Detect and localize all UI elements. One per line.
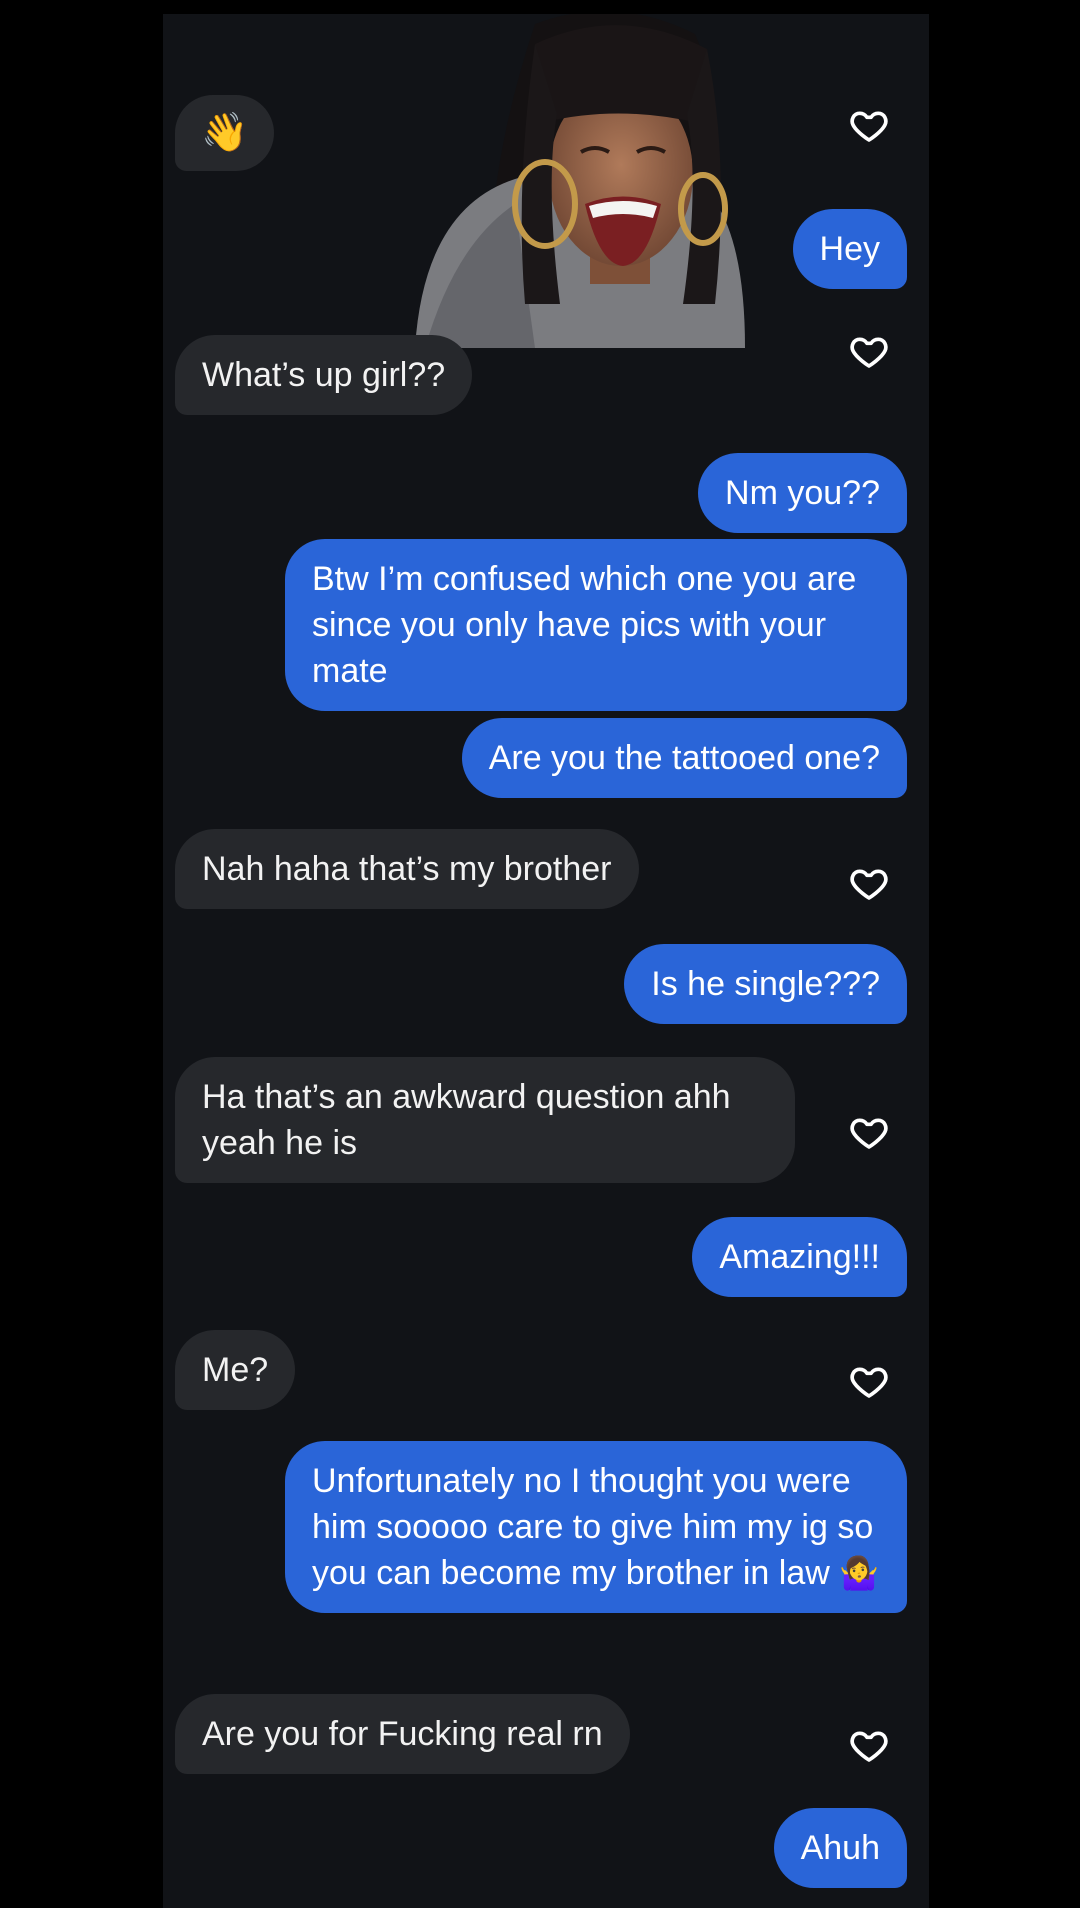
message-received-wave[interactable]: 👋 — [175, 95, 275, 171]
message-received[interactable]: Me? — [175, 1330, 296, 1410]
message-sent[interactable]: Unfortunately no I thought you were him … — [285, 1441, 907, 1613]
heart-outline-icon[interactable] — [849, 105, 889, 145]
heart-outline-icon[interactable] — [849, 1112, 889, 1152]
message-sent[interactable]: Hey — [792, 209, 907, 289]
message-sent[interactable]: Are you the tattooed one? — [461, 718, 907, 798]
heart-outline-icon[interactable] — [849, 1361, 889, 1401]
person-shrugging-icon: 🤷‍♀️ — [839, 1555, 880, 1591]
message-received[interactable]: Nah haha that’s my brother — [175, 829, 639, 909]
heart-outline-icon[interactable] — [849, 331, 889, 371]
message-received[interactable]: Ha that’s an awkward question ahh yeah h… — [175, 1057, 795, 1183]
message-sent[interactable]: Ahuh — [773, 1808, 907, 1888]
message-sent[interactable]: Amazing!!! — [692, 1217, 907, 1297]
chat-screen: You matched with Jake — [163, 14, 929, 1908]
message-text: Unfortunately no I thought you were him … — [312, 1462, 874, 1592]
message-sent[interactable]: Btw I’m confused which one you are since… — [285, 539, 907, 711]
message-received[interactable]: Are you for Fucking real rn — [175, 1694, 630, 1774]
heart-outline-icon[interactable] — [849, 1725, 889, 1765]
message-sent[interactable]: Nm you?? — [698, 453, 907, 533]
waving-hand-icon: 👋 — [201, 112, 249, 154]
heart-outline-icon[interactable] — [849, 863, 889, 903]
message-sent[interactable]: Is he single??? — [624, 944, 907, 1024]
overlay-photo — [385, 14, 805, 348]
message-received[interactable]: What’s up girl?? — [175, 335, 473, 415]
